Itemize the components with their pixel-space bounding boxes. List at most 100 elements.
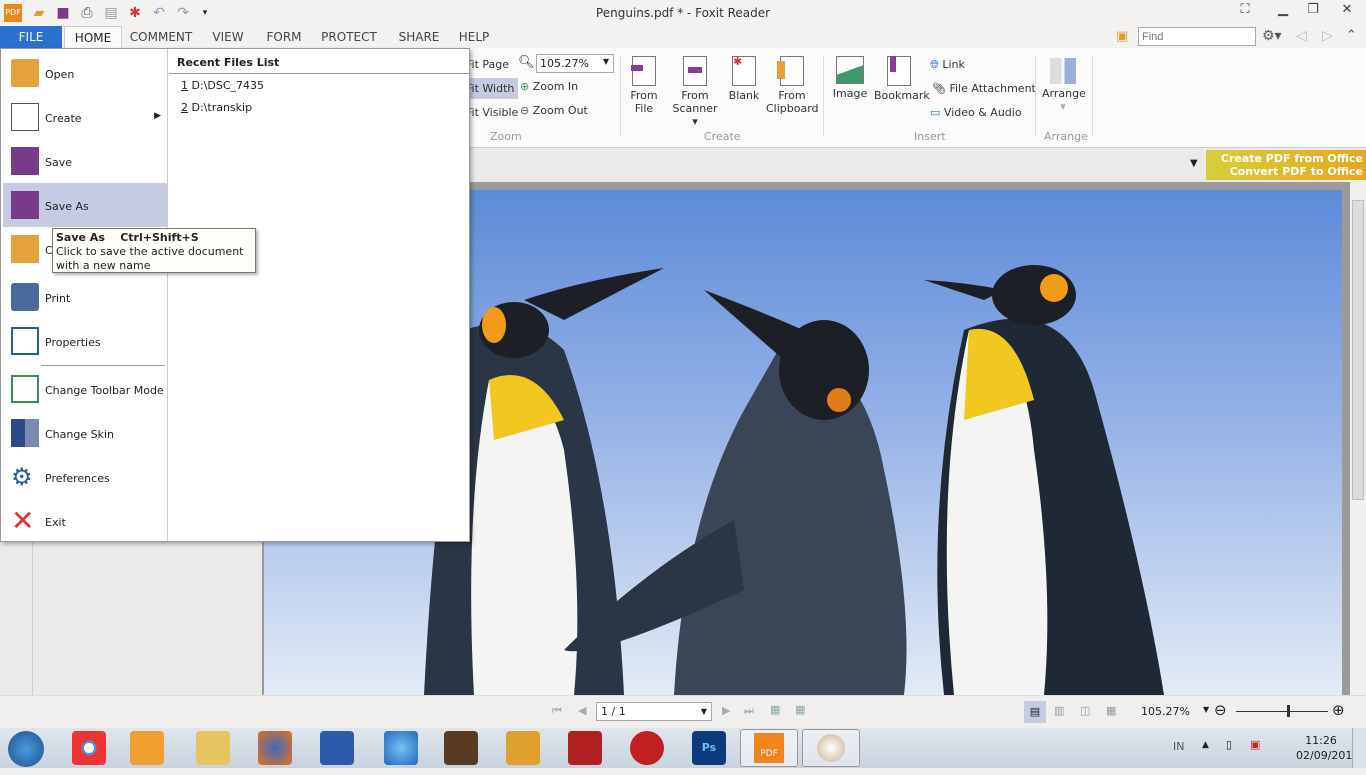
file-attachment-button[interactable]: 📎︎ File Attachment (932, 82, 1036, 95)
tab-view[interactable]: VIEW (206, 26, 250, 48)
firefox-icon[interactable] (258, 731, 292, 765)
foxit-taskbar-button[interactable]: PDF (740, 729, 798, 767)
page-number-input[interactable]: 1 / 1 ▼ (596, 702, 712, 721)
menu-divider (41, 365, 165, 366)
show-desktop-button[interactable] (1352, 728, 1366, 768)
last-page-icon[interactable]: ⏭ (744, 704, 754, 718)
recent-file-item[interactable]: 2 D:\transkip (181, 101, 252, 114)
zoom-in-icon[interactable]: ⊕ (1332, 701, 1345, 719)
jurassic-park-icon[interactable] (444, 731, 478, 765)
menu-label: Exit (45, 516, 66, 529)
next-icon[interactable]: ▷ (1322, 28, 1333, 44)
tab-form[interactable]: FORM (262, 26, 306, 48)
menu-item-create[interactable]: Create ▶ (3, 95, 167, 139)
media-player-icon[interactable] (130, 731, 164, 765)
scrollbar-thumb[interactable] (1352, 200, 1364, 500)
recent-file-path: D:\DSC_7435 (191, 79, 265, 92)
banner-line-2: Convert PDF to Office (1229, 165, 1363, 178)
menu-label: Change Toolbar Mode (45, 384, 164, 397)
continuous-icon[interactable]: ▥ (1054, 704, 1064, 717)
photoshop-icon[interactable]: Ps (692, 731, 726, 765)
from-clipboard-button[interactable]: From Clipboard (766, 56, 819, 115)
previous-page-icon[interactable]: ◀ (578, 704, 586, 717)
zoom-slider[interactable] (1236, 711, 1328, 712)
first-page-icon[interactable]: ⏮ (552, 704, 562, 718)
collapse-ribbon-icon[interactable]: ⌃ (1346, 28, 1357, 43)
menu-item-properties[interactable]: Properties (3, 319, 167, 363)
menu-item-save-as[interactable]: Save As (3, 183, 167, 227)
office-conversion-banner[interactable]: Create PDF from Office Convert PDF to Of… (1206, 150, 1366, 180)
menu-item-change-toolbar-mode[interactable]: Change Toolbar Mode (3, 367, 167, 411)
fullscreen-icon[interactable]: ⛶ (1232, 2, 1258, 22)
zoom-level[interactable]: 105.27% (1141, 705, 1190, 718)
menu-item-preferences[interactable]: ⚙ Preferences (3, 455, 167, 499)
show-hidden-icons[interactable]: ▲ (1202, 740, 1209, 750)
app-4-icon[interactable] (630, 731, 664, 765)
gear-icon[interactable]: ⚙▾ (1262, 28, 1282, 44)
maximize-button[interactable]: ❐ (1300, 2, 1326, 22)
recent-file-item[interactable]: 1 D:\DSC_7435 (181, 79, 264, 92)
battery-icon[interactable]: ▯ (1226, 738, 1232, 751)
word-icon[interactable] (320, 731, 354, 765)
fit-page-button[interactable]: Fit Page (466, 58, 509, 71)
zoom-out-button[interactable]: ⊖ Zoom Out (520, 104, 588, 117)
zoom-dropdown-icon[interactable]: ▼ (1203, 705, 1209, 714)
insert-group-label: Insert (914, 130, 946, 143)
link-button[interactable]: 🌐︎ Link (930, 58, 965, 71)
network-icon[interactable]: ▣ (1250, 738, 1260, 751)
menu-item-exit[interactable]: ✕ Exit (3, 499, 167, 543)
from-file-button[interactable]: From File (628, 56, 660, 115)
close-button[interactable]: ✕ (1334, 2, 1360, 22)
banner-line-1: Create PDF from Office (1220, 152, 1363, 165)
tab-help[interactable]: HELP (454, 26, 494, 48)
next-view-icon[interactable]: ▦ (795, 703, 805, 716)
tab-share[interactable]: SHARE (394, 26, 444, 48)
tab-comment[interactable]: COMMENT (126, 26, 196, 48)
menu-item-save[interactable]: Save (3, 139, 167, 183)
tab-protect[interactable]: PROTECT (316, 26, 382, 48)
chrome-icon[interactable] (72, 731, 106, 765)
single-page-icon[interactable]: ▤ (1024, 701, 1046, 723)
save-as-tooltip: Save As Ctrl+Shift+S Click to save the a… (52, 228, 256, 273)
next-page-icon[interactable]: ▶ (722, 704, 730, 717)
menu-item-open[interactable]: Open (3, 51, 167, 95)
minimize-button[interactable]: ▁ (1270, 2, 1296, 22)
zoom-slider-thumb[interactable] (1286, 705, 1290, 717)
tab-home[interactable]: HOME (64, 26, 122, 48)
video-audio-button[interactable]: ▭ Video & Audio (930, 106, 1022, 119)
previous-view-icon[interactable]: ▦ (770, 703, 780, 716)
image-button[interactable]: Image (832, 56, 868, 100)
tab-file[interactable]: FILE (0, 26, 62, 48)
bookmark-button[interactable]: Bookmark (874, 56, 930, 102)
fit-visible-button[interactable]: Fit Visible (466, 106, 518, 119)
game-icon[interactable] (506, 731, 540, 765)
app-64-icon[interactable] (568, 731, 602, 765)
menu-label: Change Skin (45, 428, 114, 441)
find-options-icon[interactable]: ▣ (1116, 29, 1128, 44)
vertical-scrollbar[interactable] (1350, 182, 1366, 695)
skin-icon (11, 419, 39, 447)
continuous-facing-icon[interactable]: ▦ (1106, 704, 1116, 717)
fit-width-button[interactable]: Fit Width (462, 78, 519, 99)
start-button[interactable] (8, 731, 44, 767)
blank-button[interactable]: ✱ Blank (728, 55, 760, 102)
zoom-select[interactable]: 105.27% ▼ (536, 54, 614, 73)
paint-taskbar-button[interactable] (802, 729, 860, 767)
zoom-in-button[interactable]: ⊕ Zoom In (520, 80, 578, 93)
tooltip-shortcut: Ctrl+Shift+S (120, 231, 199, 244)
toolbar-dropdown-icon[interactable]: ▼ (1190, 158, 1198, 169)
language-indicator[interactable]: IN (1173, 740, 1184, 753)
zoom-out-icon[interactable]: ⊖ (1214, 701, 1227, 719)
zoom-group-label: Zoom (490, 130, 522, 143)
previous-icon[interactable]: ◁ (1296, 28, 1307, 44)
internet-explorer-icon[interactable] (384, 731, 418, 765)
facing-icon[interactable]: ◫ (1080, 704, 1090, 717)
from-scanner-button[interactable]: From Scanner ▾ (668, 56, 722, 128)
clock[interactable]: 11:26 02/09/2014 (1296, 733, 1359, 763)
menu-item-print[interactable]: Print (3, 275, 167, 319)
arrange-button[interactable]: Arrange ▾ (1042, 58, 1086, 113)
recent-file-number: 1 (181, 79, 188, 92)
find-input[interactable] (1138, 27, 1256, 46)
menu-item-change-skin[interactable]: Change Skin (3, 411, 167, 455)
file-explorer-icon[interactable] (196, 731, 230, 765)
